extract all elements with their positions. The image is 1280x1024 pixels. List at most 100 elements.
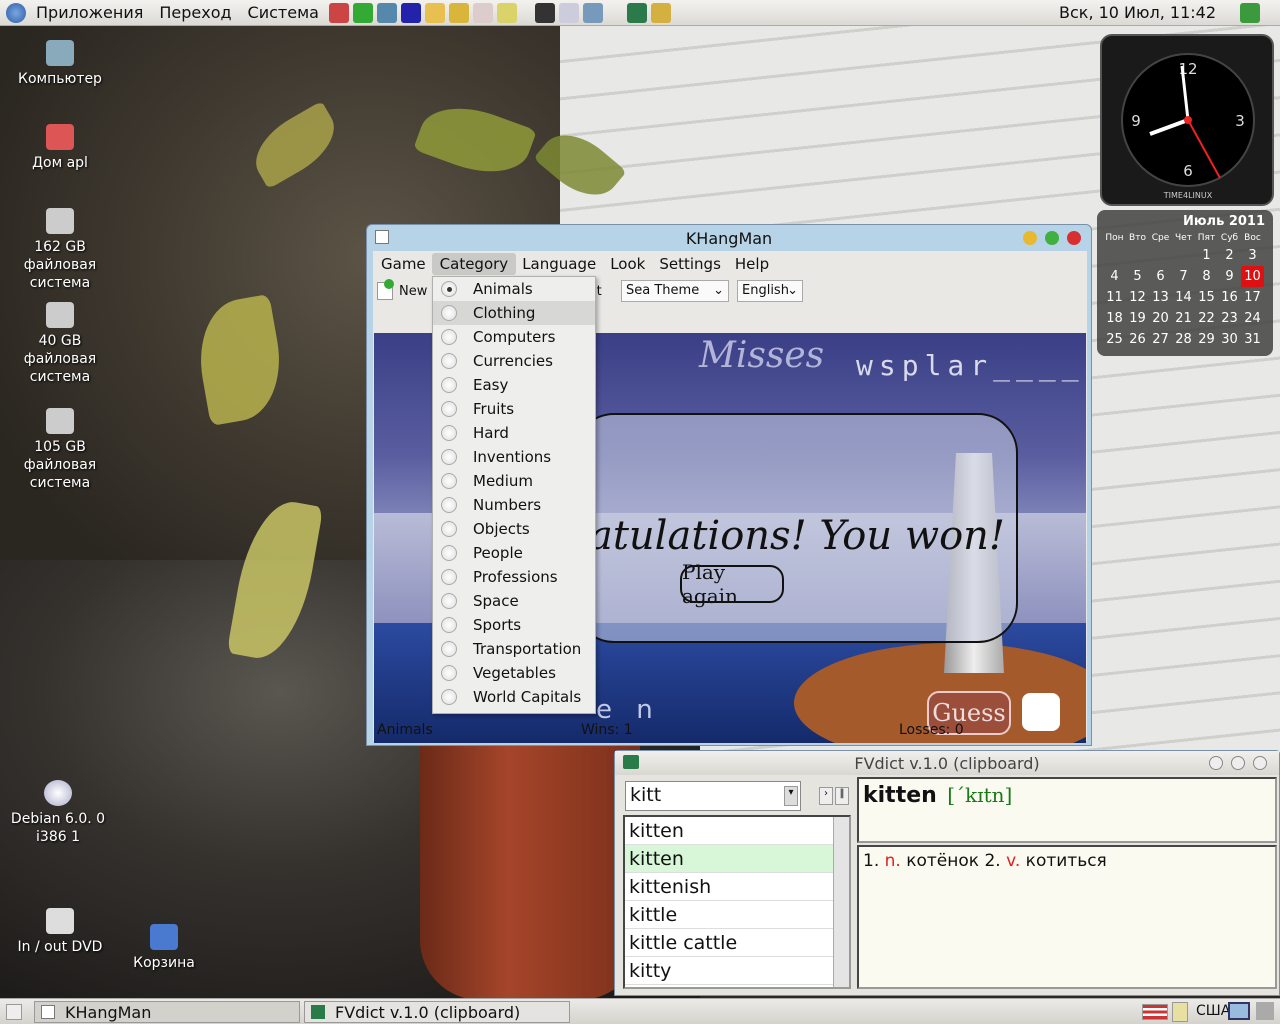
stardict-icon[interactable] xyxy=(650,2,671,23)
launcher-icon[interactable] xyxy=(328,2,349,23)
menu-applications[interactable]: Приложения xyxy=(28,3,151,22)
menu-system[interactable]: Система xyxy=(240,3,327,22)
list-item-selected[interactable]: kitten xyxy=(625,845,849,873)
minimize-icon[interactable] xyxy=(1023,231,1037,245)
maximize-icon[interactable] xyxy=(1231,756,1245,770)
notes-icon[interactable] xyxy=(472,2,493,23)
show-desktop-icon[interactable] xyxy=(6,1004,22,1020)
desktop-icon-computer[interactable]: Компьютер xyxy=(5,40,115,88)
radio-icon xyxy=(441,449,457,465)
menu-help[interactable]: Help xyxy=(727,253,777,275)
menu-language[interactable]: Language xyxy=(514,253,604,275)
weekday: Чет xyxy=(1175,233,1192,243)
list-item[interactable]: kitty xyxy=(625,957,849,985)
category-item[interactable]: Space xyxy=(433,589,595,613)
gnome-foot-icon[interactable] xyxy=(6,2,26,23)
radio-icon xyxy=(441,545,457,561)
category-item[interactable]: Professions xyxy=(433,565,595,589)
desktop-icon-home[interactable]: Дом apl xyxy=(5,124,115,172)
pause-icon[interactable]: ‖ xyxy=(835,787,849,805)
category-item[interactable]: People xyxy=(433,541,595,565)
fvdict-titlebar[interactable]: FVdict v.1.0 (clipboard) xyxy=(615,751,1279,775)
text-editor-icon[interactable] xyxy=(558,2,579,23)
day: 30 xyxy=(1221,332,1238,347)
maximize-icon[interactable] xyxy=(1045,231,1059,245)
category-item[interactable]: Numbers xyxy=(433,493,595,517)
category-item[interactable]: Currencies xyxy=(433,349,595,373)
harddisk-icon xyxy=(46,208,74,234)
screenshot-icon[interactable] xyxy=(582,2,603,23)
gimp-icon[interactable] xyxy=(448,2,469,23)
forward-icon[interactable]: › xyxy=(819,787,833,805)
list-item[interactable]: kitten xyxy=(625,817,849,845)
clipboard-icon[interactable] xyxy=(1172,1002,1188,1022)
category-item[interactable]: Computers xyxy=(433,325,595,349)
language-select[interactable]: English ⌄ xyxy=(737,280,803,302)
category-item[interactable]: Objects xyxy=(433,517,595,541)
us-flag-icon[interactable] xyxy=(1142,1004,1168,1020)
desktop-icon-trash[interactable]: Корзина xyxy=(109,924,219,972)
new-game-button[interactable]: New xyxy=(377,279,427,300)
desktop-icon-dvd[interactable]: In / out DVD xyxy=(5,908,115,956)
dictionary-icon[interactable] xyxy=(626,2,647,23)
radio-icon xyxy=(441,377,457,393)
document-icon[interactable] xyxy=(400,2,421,23)
word-list: kitten kitten kittenish kittle kittle ca… xyxy=(623,815,851,989)
terminal-icon[interactable] xyxy=(534,2,555,23)
category-item[interactable]: Transportation xyxy=(433,637,595,661)
keyboard-layout[interactable]: США xyxy=(1196,1003,1230,1019)
spreadsheet-icon[interactable] xyxy=(352,2,373,23)
desktop-icon-disk-105[interactable]: 105 GB файловая система xyxy=(5,408,115,492)
vertical-scrollbar[interactable] xyxy=(833,817,849,987)
menu-settings[interactable]: Settings xyxy=(651,253,729,275)
close-icon[interactable] xyxy=(1253,756,1267,770)
category-item[interactable]: Fruits xyxy=(433,397,595,421)
edit-icon[interactable] xyxy=(496,2,517,23)
workspace-switcher-icon[interactable] xyxy=(1256,1002,1274,1020)
category-item[interactable]: Animals xyxy=(433,277,595,301)
desktop-icon-debian-dvd[interactable]: Debian 6.0. 0 i386 1 xyxy=(3,780,113,846)
play-again-button[interactable]: Play again xyxy=(680,560,784,608)
status-losses: Losses: 0 xyxy=(899,722,964,738)
theme-select[interactable]: Sea Theme ⌄ xyxy=(621,280,729,302)
calculator-icon[interactable] xyxy=(376,2,397,23)
category-item[interactable]: Vegetables xyxy=(433,661,595,685)
category-item[interactable]: Hard xyxy=(433,421,595,445)
search-input[interactable]: kitt ▾ xyxy=(625,781,801,811)
category-item[interactable]: Medium xyxy=(433,469,595,493)
desktop-icon-disk-40[interactable]: 40 GB файловая система xyxy=(5,302,115,386)
weekday: Пон xyxy=(1105,233,1124,243)
list-item[interactable]: kittle xyxy=(625,901,849,929)
category-item[interactable]: Easy xyxy=(433,373,595,397)
day: 22 xyxy=(1198,311,1215,326)
calendar-grid: Пон Вто Сре Чет Пят Суб Вос 123 4 5 6 7 8 9 10 11 12 1… xyxy=(1103,231,1264,350)
taskbar-item-fvdict[interactable]: FVdict v.1.0 (clipboard) xyxy=(304,1001,570,1023)
python-icon[interactable] xyxy=(424,2,445,23)
khangman-titlebar[interactable]: KHangMan xyxy=(367,225,1091,251)
minimize-icon[interactable] xyxy=(1209,756,1223,770)
panel-clock[interactable]: Вск, 10 Июл, 11:42 xyxy=(1059,3,1216,22)
menu-category[interactable]: Category xyxy=(431,253,517,275)
category-item[interactable]: Sports xyxy=(433,613,595,637)
status-wins: Wins: 1 xyxy=(581,722,633,738)
day: 14 xyxy=(1175,290,1192,305)
taskbar-item-khangman[interactable]: KHangMan xyxy=(34,1001,300,1023)
menu-look[interactable]: Look xyxy=(602,253,653,275)
list-item[interactable]: kittenish xyxy=(625,873,849,901)
headword: kitten xyxy=(863,783,937,808)
wallpaper-flowerpot xyxy=(420,740,640,1000)
category-item[interactable]: Clothing xyxy=(433,301,595,325)
category-item[interactable]: Inventions xyxy=(433,445,595,469)
day: 7 xyxy=(1179,269,1188,284)
list-item[interactable]: kittle cattle xyxy=(625,929,849,957)
logout-icon[interactable] xyxy=(1240,3,1260,23)
close-icon[interactable] xyxy=(1067,231,1081,245)
chevron-down-icon[interactable]: ▾ xyxy=(784,786,798,806)
desktop-icon-disk-162[interactable]: 162 GB файловая система xyxy=(5,208,115,292)
day: 9 xyxy=(1225,269,1234,284)
headword-panel: kitten [ˊkɪtn] xyxy=(857,777,1277,843)
workspace-icon[interactable] xyxy=(1228,1002,1250,1020)
category-item[interactable]: World Capitals xyxy=(433,685,595,709)
menu-game[interactable]: Game xyxy=(373,253,434,275)
menu-places[interactable]: Переход xyxy=(151,3,239,22)
